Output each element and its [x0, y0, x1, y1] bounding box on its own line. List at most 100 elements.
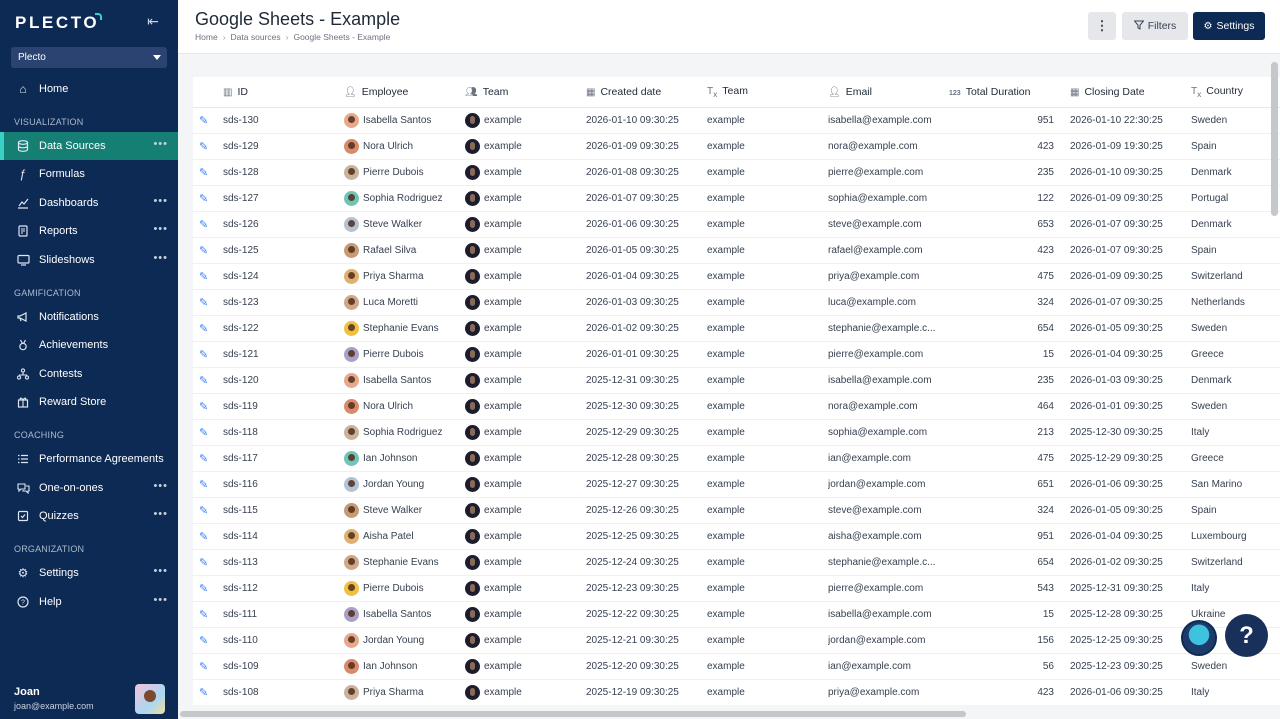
- table-row[interactable]: ✎ sds-108 Priya Sharma example 2025-12-19 09…: [193, 679, 1280, 705]
- assistant-avatar[interactable]: [1181, 620, 1217, 656]
- vertical-scrollbar[interactable]: [1271, 62, 1278, 216]
- collapse-sidebar-icon[interactable]: ⇤: [145, 13, 161, 29]
- cell-text: 423: [1037, 140, 1054, 152]
- more-icon[interactable]: •••: [153, 196, 168, 207]
- more-options-button[interactable]: ⋮: [1088, 12, 1116, 40]
- more-icon[interactable]: •••: [153, 509, 168, 520]
- table-row[interactable]: ✎ sds-130 Isabella Santos example 2026-01-10…: [193, 107, 1280, 134]
- table-row[interactable]: ✎ sds-121 Pierre Dubois example 2026-01-01 0…: [193, 341, 1280, 368]
- more-icon[interactable]: •••: [153, 253, 168, 264]
- sidebar-item-data-sources[interactable]: Data Sources •••: [0, 132, 178, 160]
- edit-icon[interactable]: ✎: [199, 531, 208, 543]
- table-row[interactable]: ✎ sds-109 Ian Johnson example 2025-12-20 09:…: [193, 653, 1280, 680]
- sidebar-item-dashboards[interactable]: Dashboards •••: [0, 189, 178, 217]
- cell-text: 2025-12-22 09:30:25: [586, 608, 679, 620]
- column-header-closing-date[interactable]: ▦ Closing Date: [1070, 77, 1191, 108]
- column-header-team-text[interactable]: Tx Team: [707, 77, 828, 108]
- help-button[interactable]: ?: [1225, 614, 1268, 657]
- edit-icon[interactable]: ✎: [199, 193, 208, 205]
- column-header-total-duration[interactable]: 123 Total Duration: [949, 77, 1070, 108]
- column-header-country[interactable]: Tx Country: [1191, 77, 1280, 108]
- more-icon[interactable]: •••: [153, 481, 168, 492]
- edit-icon[interactable]: ✎: [199, 297, 208, 309]
- cell-text: example: [707, 556, 745, 568]
- edit-icon[interactable]: ✎: [199, 115, 208, 127]
- edit-icon[interactable]: ✎: [199, 349, 208, 361]
- column-header-team[interactable]: 👥︎ Team: [465, 77, 586, 108]
- table-row[interactable]: ✎ sds-122 Stephanie Evans example 2026-01-02…: [193, 315, 1280, 342]
- sidebar-item-settings[interactable]: ⚙ Settings •••: [0, 559, 178, 587]
- table-row[interactable]: ✎ sds-117 Ian Johnson example 2025-12-28 09:…: [193, 445, 1280, 472]
- table-row[interactable]: ✎ sds-127 Sophia Rodriguez example 2026-01-0…: [193, 185, 1280, 212]
- cell-text: 2026-01-03 09:30:25: [586, 296, 679, 308]
- table-row[interactable]: ✎ sds-114 Aisha Patel example 2025-12-25 09:…: [193, 523, 1280, 550]
- sidebar-item-achievements[interactable]: Achievements: [0, 331, 178, 359]
- table-row[interactable]: ✎ sds-128 Pierre Dubois example 2026-01-08 0…: [193, 159, 1280, 186]
- edit-icon[interactable]: ✎: [199, 453, 208, 465]
- sidebar-item-one-on-ones[interactable]: One-on-ones •••: [0, 474, 178, 502]
- table-row[interactable]: ✎ sds-129 Nora Ulrich example 2026-01-09 09:…: [193, 133, 1280, 160]
- cell-text: isabella@example.com: [828, 114, 932, 126]
- column-header-employee[interactable]: 👤︎ Employee: [344, 77, 465, 108]
- edit-icon[interactable]: ✎: [199, 219, 208, 231]
- avatar[interactable]: [135, 684, 165, 714]
- more-icon[interactable]: •••: [153, 595, 168, 606]
- column-header-created-date[interactable]: ▦ Created date: [586, 77, 707, 108]
- edit-icon[interactable]: ✎: [199, 635, 208, 647]
- more-icon[interactable]: •••: [153, 566, 168, 577]
- edit-icon[interactable]: ✎: [199, 557, 208, 569]
- sidebar-item-slideshows[interactable]: Slideshows •••: [0, 246, 178, 274]
- table-row[interactable]: ✎ sds-124 Priya Sharma example 2026-01-04 09…: [193, 263, 1280, 290]
- column-header-email[interactable]: 👤︎ Email: [828, 77, 949, 108]
- table-row[interactable]: ✎ sds-116 Jordan Young example 2025-12-27 09…: [193, 471, 1280, 498]
- edit-icon[interactable]: ✎: [199, 427, 208, 439]
- filters-button[interactable]: Filters: [1122, 12, 1188, 40]
- sidebar-item-reward-store[interactable]: Reward Store: [0, 388, 178, 416]
- column-header-id[interactable]: ▥ ID: [223, 77, 344, 108]
- edit-icon[interactable]: ✎: [199, 505, 208, 517]
- edit-icon[interactable]: ✎: [199, 323, 208, 335]
- table-row[interactable]: ✎ sds-126 Steve Walker example 2026-01-06 09…: [193, 211, 1280, 238]
- sidebar-item-reports[interactable]: Reports •••: [0, 217, 178, 245]
- more-icon[interactable]: •••: [153, 139, 168, 150]
- edit-icon[interactable]: ✎: [199, 401, 208, 413]
- breadcrumb-home[interactable]: Home: [195, 32, 218, 42]
- edit-icon[interactable]: ✎: [199, 661, 208, 673]
- edit-icon[interactable]: ✎: [199, 375, 208, 387]
- user-profile[interactable]: Joan joan@example.com: [14, 686, 94, 711]
- breadcrumb-data-sources[interactable]: Data sources: [231, 32, 281, 42]
- horizontal-scrollbar[interactable]: [180, 711, 966, 717]
- sidebar-item-contests[interactable]: Contests: [0, 360, 178, 388]
- organization-select[interactable]: Plecto: [11, 47, 167, 68]
- table-row[interactable]: ✎ sds-120 Isabella Santos example 2025-12-31…: [193, 367, 1280, 394]
- edit-icon[interactable]: ✎: [199, 479, 208, 491]
- edit-icon[interactable]: ✎: [199, 271, 208, 283]
- plecto-logo[interactable]: PLECTO: [15, 13, 99, 33]
- table-row[interactable]: ✎ sds-125 Rafael Silva example 2026-01-05 09…: [193, 237, 1280, 264]
- table-row[interactable]: ✎ sds-110 Jordan Young example 2025-12-21 09…: [193, 627, 1280, 654]
- sidebar-item-help[interactable]: ? Help •••: [0, 588, 178, 616]
- sidebar-item-quizzes[interactable]: Quizzes •••: [0, 502, 178, 530]
- edit-icon[interactable]: ✎: [199, 609, 208, 621]
- edit-icon[interactable]: ✎: [199, 245, 208, 257]
- more-icon[interactable]: •••: [153, 224, 168, 235]
- sidebar-item-home[interactable]: ⌂ Home: [0, 75, 178, 103]
- settings-button[interactable]: ⚙ Settings: [1193, 12, 1265, 40]
- edit-cell: ✎: [193, 289, 223, 316]
- table-row[interactable]: ✎ sds-111 Isabella Santos example 2025-12-22…: [193, 601, 1280, 628]
- sidebar-item-formulas[interactable]: ƒ Formulas: [0, 160, 178, 188]
- edit-icon[interactable]: ✎: [199, 141, 208, 153]
- edit-icon[interactable]: ✎: [199, 167, 208, 179]
- table-row[interactable]: ✎ sds-113 Stephanie Evans example 2025-12-24…: [193, 549, 1280, 576]
- table-row[interactable]: ✎ sds-118 Sophia Rodriguez example 2025-12-2…: [193, 419, 1280, 446]
- table-row[interactable]: ✎ sds-115 Steve Walker example 2025-12-26 09…: [193, 497, 1280, 524]
- sidebar-item-performance-agreements[interactable]: Performance Agreements: [0, 445, 178, 473]
- edit-icon[interactable]: ✎: [199, 687, 208, 699]
- edit-icon[interactable]: ✎: [199, 583, 208, 595]
- table-row[interactable]: ✎ sds-119 Nora Ulrich example 2025-12-30 09:…: [193, 393, 1280, 420]
- sidebar-item-notifications[interactable]: Notifications: [0, 303, 178, 331]
- cell-text: Priya Sharma: [363, 270, 424, 282]
- table-row[interactable]: ✎ sds-123 Luca Moretti example 2026-01-03 09…: [193, 289, 1280, 316]
- table-row[interactable]: ✎ sds-112 Pierre Dubois example 2025-12-23 0…: [193, 575, 1280, 602]
- cell-text: 2025-12-31 09:30:25: [586, 374, 679, 386]
